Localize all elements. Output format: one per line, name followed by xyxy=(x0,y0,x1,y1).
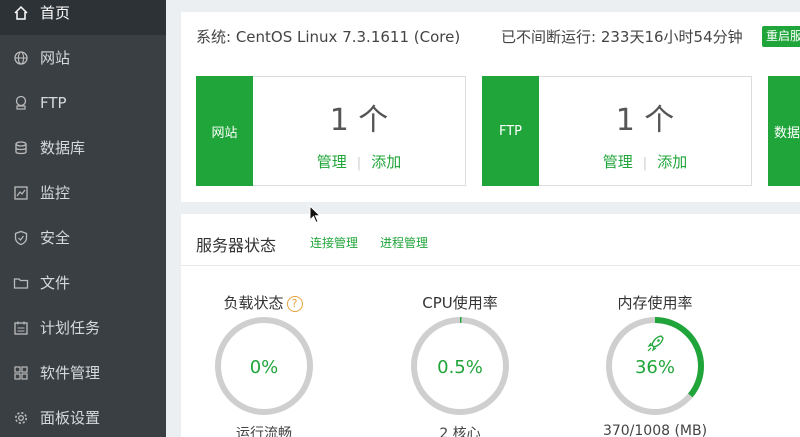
sidebar-item-label: 面板设置 xyxy=(40,409,101,427)
load-gauge-value: 0% xyxy=(249,357,279,378)
process-manage-link[interactable]: 进程管理 xyxy=(380,234,428,251)
sidebar-item-label: 首页 xyxy=(40,4,71,22)
memory-usage-detail: 370/1008 (MB) xyxy=(602,423,708,437)
apps-icon xyxy=(12,364,30,382)
monitor-icon xyxy=(12,184,30,202)
card-label: FTP xyxy=(482,76,539,186)
folder-icon xyxy=(12,274,30,292)
sidebar-item-security[interactable]: 安全 xyxy=(0,215,166,260)
card-links: 管理 | 添加 xyxy=(253,151,465,172)
gear-icon xyxy=(12,409,30,427)
restart-server-button[interactable]: 重启服务器 xyxy=(762,26,800,47)
help-icon[interactable]: ? xyxy=(286,296,303,312)
os-info: 系统: CentOS Linux 7.3.1611 (Core) xyxy=(196,28,461,46)
sidebar-item-label: 监控 xyxy=(40,184,71,202)
server-status-title: 服务器状态 xyxy=(196,236,277,255)
sidebar-item-label: 安全 xyxy=(40,229,71,247)
server-status-panel: 服务器状态 连接管理 进程管理 负载状态? 0% 运行流畅 CPU使用率 0.5… xyxy=(181,214,800,437)
cpu-gauge-value: 0.5% xyxy=(437,357,483,378)
sidebar-item-label: 数据库 xyxy=(40,139,86,157)
home-icon xyxy=(12,4,30,22)
sidebar-item-files[interactable]: 文件 xyxy=(0,260,166,305)
database-card: 数据库 xyxy=(768,76,800,186)
connection-manage-link[interactable]: 连接管理 xyxy=(310,234,358,251)
load-gauge-label: 负载状态? xyxy=(193,292,333,313)
divider: | xyxy=(642,156,648,171)
sidebar-item-settings[interactable]: 面板设置 xyxy=(0,395,166,437)
card-label: 网站 xyxy=(196,76,253,186)
cpu-gauge-label: CPU使用率 xyxy=(422,294,498,312)
sidebar-item-label: 软件管理 xyxy=(40,364,101,382)
memory-gauge-value: 36% xyxy=(634,357,675,378)
uptime-info: 已不间断运行: 233天16小时54分钟 xyxy=(501,28,743,46)
ftp-icon xyxy=(12,94,30,112)
sidebar-item-ftp[interactable]: FTP xyxy=(0,80,166,125)
memory-gauge-label: 内存使用率 xyxy=(617,294,693,312)
sidebar-item-label: 网站 xyxy=(40,49,71,67)
mouse-cursor-icon xyxy=(309,205,322,224)
ftp-card: FTP 1 个 管理 | 添加 xyxy=(482,76,752,186)
sidebar-item-label: FTP xyxy=(40,93,67,112)
sidebar-item-label: 文件 xyxy=(40,274,71,292)
rocket-icon[interactable] xyxy=(647,335,664,352)
sidebar-item-website[interactable]: 网站 xyxy=(0,35,166,80)
ftp-manage-link[interactable]: 管理 xyxy=(603,153,633,171)
server-status-header: 服务器状态 连接管理 进程管理 xyxy=(181,214,800,266)
globe-icon xyxy=(12,49,30,67)
website-add-link[interactable]: 添加 xyxy=(371,153,401,171)
sidebar-item-home[interactable]: 首页 xyxy=(0,0,166,35)
website-manage-link[interactable]: 管理 xyxy=(317,153,347,171)
calendar-icon xyxy=(12,319,30,337)
card-label: 数据库 xyxy=(768,76,800,186)
sidebar-item-database[interactable]: 数据库 xyxy=(0,125,166,170)
database-icon xyxy=(12,139,30,157)
website-card: 网站 1 个 管理 | 添加 xyxy=(196,76,466,186)
ftp-count: 1 个 xyxy=(615,103,675,138)
website-count: 1 个 xyxy=(329,103,389,138)
sidebar-item-crontab[interactable]: 计划任务 xyxy=(0,305,166,350)
divider: | xyxy=(356,156,362,171)
load-gauge-title: 负载状态 xyxy=(223,294,284,312)
sidebar-item-label: 计划任务 xyxy=(40,319,101,337)
load-gauge-status: 运行流畅 xyxy=(236,426,292,437)
ftp-add-link[interactable]: 添加 xyxy=(657,153,687,171)
sidebar-item-software[interactable]: 软件管理 xyxy=(0,350,166,395)
cpu-core-count: 2 核心 xyxy=(439,426,481,437)
system-overview-panel: 系统: CentOS Linux 7.3.1611 (Core) 已不间断运行:… xyxy=(181,12,800,202)
sidebar: 首页 网站 FTP 数据库 监控 安全 文件 计划任务 软件管理 面板设置 xyxy=(0,0,166,437)
sidebar-item-monitor[interactable]: 监控 xyxy=(0,170,166,215)
shield-icon xyxy=(12,229,30,247)
card-links: 管理 | 添加 xyxy=(539,151,751,172)
